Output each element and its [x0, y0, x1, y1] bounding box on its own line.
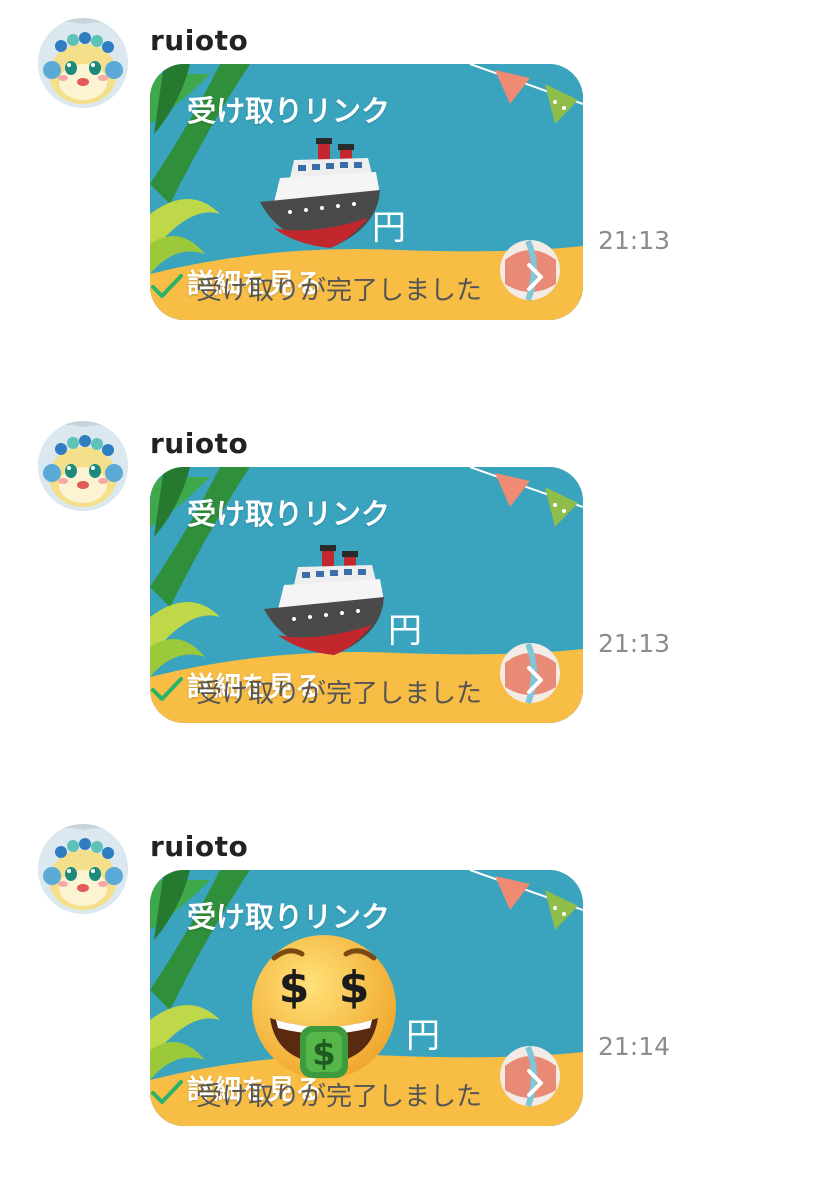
- amount-unit: 円: [372, 208, 406, 248]
- checkmark-icon: [151, 1080, 183, 1104]
- card-title: 受け取りリンク: [187, 497, 391, 531]
- status-text: 受け取りが完了しました: [196, 679, 483, 709]
- ship-icon: [250, 132, 390, 252]
- status-text: 受け取りが完了しました: [196, 1082, 483, 1112]
- amount-unit: 円: [388, 611, 422, 651]
- chevron-right-icon[interactable]: [520, 663, 550, 697]
- avatar[interactable]: [38, 824, 128, 914]
- chevron-right-icon[interactable]: [520, 260, 550, 294]
- avatar[interactable]: [38, 421, 128, 511]
- message-row: ruioto 受け取りリンク 円 詳細を見る 21:13 受け取りが完了しました: [0, 403, 819, 748]
- message-row: ruioto 受け取りリンク 円 詳細を見る 21:13 受け取りが完了しました: [0, 0, 819, 345]
- svg-text:$: $: [279, 962, 310, 1013]
- card-title: 受け取りリンク: [187, 900, 391, 934]
- checkmark-icon: [151, 274, 183, 298]
- checkmark-icon: [151, 677, 183, 701]
- message-timestamp: 21:13: [598, 629, 671, 658]
- sender-name: ruioto: [150, 830, 249, 863]
- money-mouth-face-icon: $ $ $: [244, 932, 404, 1082]
- ship-icon: [254, 539, 394, 659]
- message-row: ruioto 受け取りリンク 円 詳細を見る $ $ $ 21:14 受け取りが…: [0, 806, 819, 1151]
- svg-text:$: $: [312, 1034, 336, 1074]
- message-timestamp: 21:13: [598, 226, 671, 255]
- status-text: 受け取りが完了しました: [196, 276, 483, 306]
- avatar[interactable]: [38, 18, 128, 108]
- sender-name: ruioto: [150, 24, 249, 57]
- svg-text:$: $: [339, 962, 370, 1013]
- card-title: 受け取りリンク: [187, 94, 391, 128]
- chevron-right-icon[interactable]: [520, 1066, 550, 1100]
- sender-name: ruioto: [150, 427, 249, 460]
- message-timestamp: 21:14: [598, 1032, 671, 1061]
- amount-unit: 円: [406, 1016, 440, 1056]
